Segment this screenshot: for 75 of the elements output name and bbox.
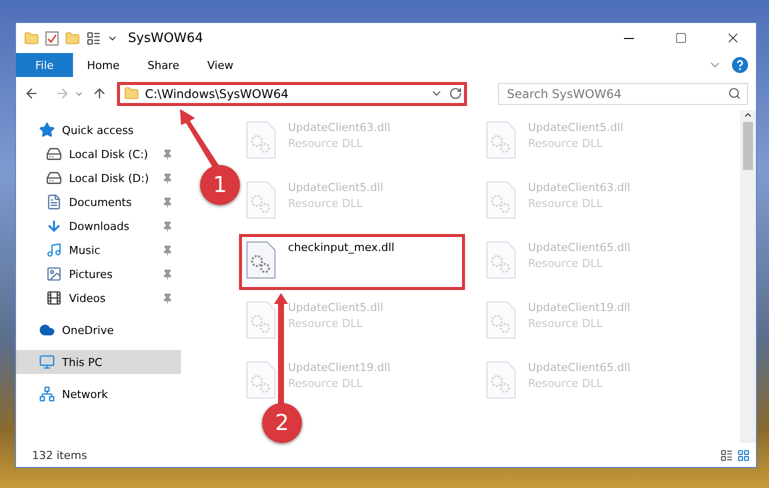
list-icon[interactable] [86,30,101,46]
file-name: UpdateClient63.dll [288,121,390,134]
picture-icon [46,266,62,282]
sidebar-item[interactable]: Network [16,382,181,406]
file-name: UpdateClient63.dll [528,181,630,194]
music-note-icon [46,242,62,258]
gear-document-icon [246,181,276,219]
sidebar-label: Documents [69,196,133,208]
file-name: UpdateClient19.dll [288,361,390,374]
gear-document-icon [486,241,516,279]
gear-document-icon [246,121,276,159]
window-title: SysWOW64 [128,30,204,46]
file-name: UpdateClient5.dll [288,301,384,314]
refresh-icon[interactable] [449,87,462,100]
sidebar-item[interactable]: This PC [16,350,181,374]
gear-document-icon [486,181,516,219]
file-name: UpdateClient5.dll [288,181,384,194]
ribbon-tab[interactable]: Home [73,53,134,77]
back-icon[interactable] [24,86,39,101]
drive-icon [46,170,62,186]
gear-document-icon [486,361,516,399]
sidebar-item[interactable]: Quick access [16,118,181,142]
file-name: checkinput_mex.dll [288,241,394,254]
gear-document-icon [486,301,516,339]
gear-document-icon [246,361,276,399]
file-name: UpdateClient5.dll [528,121,624,134]
item-count: 132 items [32,448,88,462]
file-item[interactable]: checkinput_mex.dll [239,234,465,290]
sidebar-item[interactable]: Videos [16,286,181,310]
sidebar-item[interactable]: Documents [16,190,181,214]
sidebar-label: This PC [62,356,104,368]
sidebar-item[interactable]: Local Disk (C:) [16,142,181,166]
folder-icon [124,86,139,101]
network-icon [39,386,55,402]
cloud-icon [39,322,55,338]
sidebar-item[interactable]: OneDrive [16,318,181,342]
file-name: UpdateClient19.dll [528,301,630,314]
scrollbar-thumb[interactable] [743,122,753,170]
address-path: C:\Windows\SysWOW64 [145,86,290,100]
checklist-icon[interactable] [45,30,59,46]
sidebar-label: Quick access [62,124,135,136]
sidebar-label: Videos [69,292,107,304]
help-icon[interactable] [732,57,748,73]
ribbon-tab[interactable]: File [16,53,73,77]
monitor-icon [39,354,55,370]
ribbon-tab[interactable]: Share [133,53,194,77]
maximize-icon [675,32,687,44]
address-bar[interactable]: C:\Windows\SysWOW64 [117,82,467,106]
ribbon-tab[interactable]: View [193,53,248,77]
search-field[interactable]: Search SysWOW64 [498,82,748,104]
sidebar-label: Downloads [69,220,130,232]
details-view-icon[interactable] [720,448,733,462]
large-icons-view-icon[interactable] [737,448,750,462]
search-icon[interactable] [728,87,741,100]
star-icon [39,122,55,138]
sidebar-item[interactable]: Pictures [16,262,181,286]
scrollbar[interactable] [740,110,756,443]
sidebar-label: Pictures [69,268,114,280]
sidebar-item[interactable]: Music [16,238,181,262]
sidebar-label: OneDrive [62,324,115,336]
sidebar-label: Music [69,244,102,256]
sidebar-label: Network [62,388,109,400]
up-icon[interactable] [92,86,107,101]
sidebar-label: Local Disk (C:) [69,148,150,160]
drive-icon [46,146,62,162]
sidebar-label: Local Disk (D:) [69,172,150,184]
document-icon [46,194,62,210]
sidebar-item[interactable]: Downloads [16,214,181,238]
gear-document-icon [486,121,516,159]
file-name: UpdateClient65.dll [528,361,630,374]
file-name: UpdateClient65.dll [528,241,630,254]
film-icon [46,290,62,306]
gear-document-icon [246,241,276,279]
sidebar-item[interactable]: Local Disk (D:) [16,166,181,190]
gear-document-icon [246,301,276,339]
